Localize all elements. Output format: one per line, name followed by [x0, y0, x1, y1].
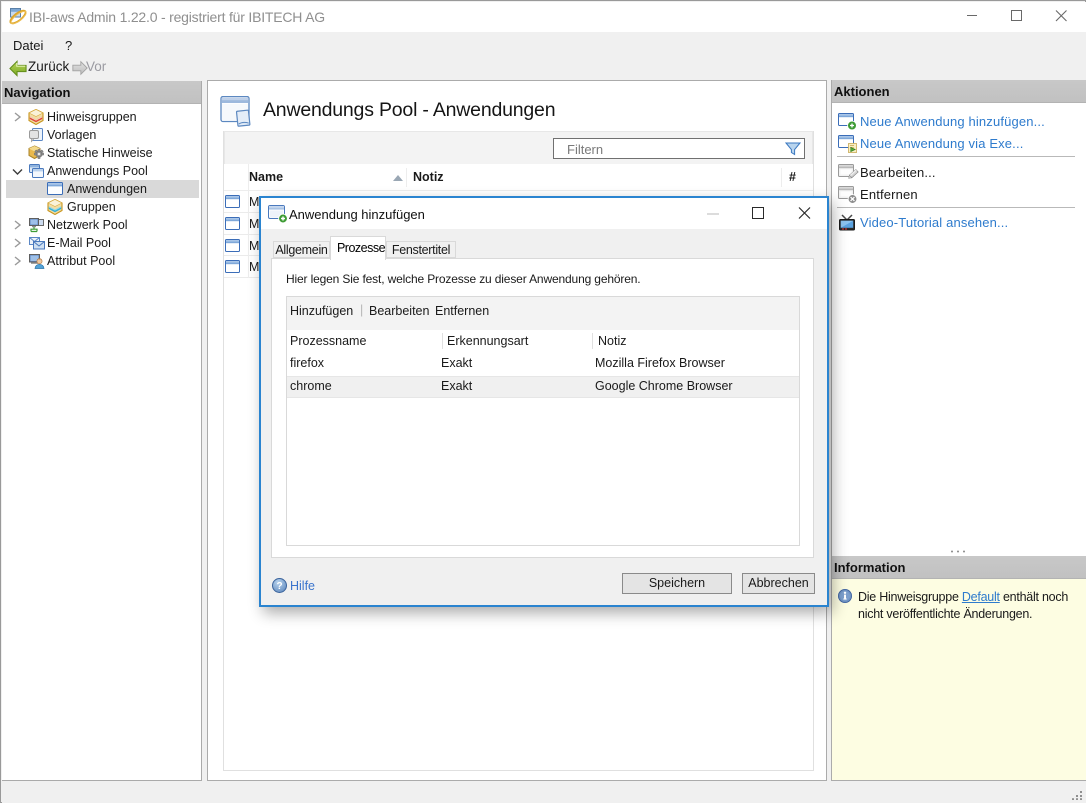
svg-text:?: ?	[276, 581, 282, 592]
